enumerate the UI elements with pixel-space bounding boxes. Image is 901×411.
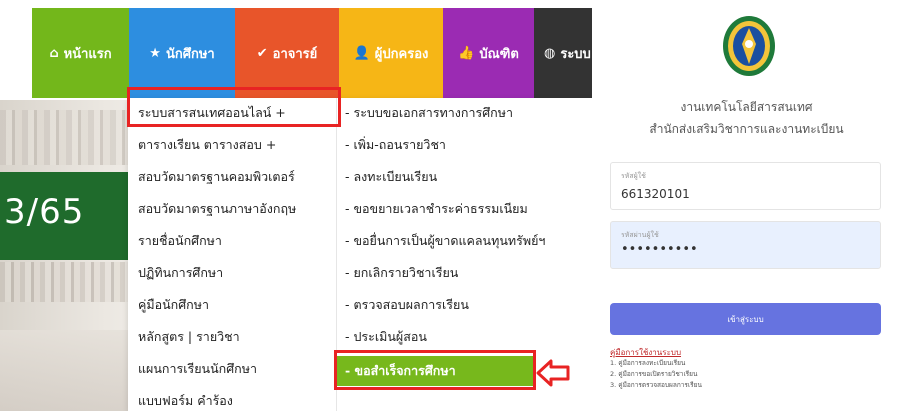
password-field[interactable]: รหัสผ่านผู้ใช้ •••••••••• [610,221,881,269]
user-icon: 👤 [353,45,370,61]
star-icon: ★ [149,45,161,61]
nav-label: หน้าแรก [63,46,112,62]
menu-curriculum[interactable]: หลักสูตร | รายวิชา [128,322,336,352]
menu-academic-calendar[interactable]: ปฏิทินการศึกษา [128,258,336,288]
nav-graduates[interactable]: 👍 บัณฑิต [443,8,534,98]
menu-schedule[interactable]: ตารางเรียน ตารางสอบ + [128,130,336,160]
password-input[interactable]: •••••••••• [621,242,698,257]
organization-subname: สำนักส่งเสริมวิชาการและงานทะเบียน [649,122,844,136]
background-bookshelf [0,330,128,411]
username-label: รหัสผู้ใช้ [621,172,646,180]
submenu-financial-aid[interactable]: - ขอยื่นการเป็นผู้ขาดแคลนทุนทรัพย์ฯ [337,226,592,256]
university-seal-icon [723,16,775,76]
login-panel: งานเทคโนโลยีสารสนเทศ สำนักส่งเสริมวิชากา… [592,0,901,411]
submenu-cancel-course[interactable]: - ยกเลิกรายวิชาเรียน [337,258,592,288]
username-field[interactable]: รหัสผู้ใช้ 661320101 [610,162,881,210]
guide-link[interactable]: 1. คู่มือการลงทะเบียนเรียน [610,358,685,368]
nav-label: ผู้ปกครอง [374,46,429,62]
menu-student-handbook[interactable]: คู่มือนักศึกษา [128,290,336,320]
globe-icon: ◍ [544,45,556,61]
submenu-register[interactable]: - ลงทะเบียนเรียน [337,162,592,192]
thumbs-up-icon: 👍 [458,45,475,61]
menu-study-plan[interactable]: แผนการเรียนนักศึกษา [128,354,336,384]
submenu-teacher-evaluation[interactable]: - ประเมินผู้สอน [337,322,592,352]
background-bookshelf [0,262,128,302]
nav-system[interactable]: ◍ ระบบ [534,8,592,98]
nav-label: ระบบ [560,46,591,62]
username-input[interactable]: 661320101 [621,187,690,201]
annotation-highlight-box [127,87,341,127]
menu-student-list[interactable]: รายชื่อนักศึกษา [128,226,336,256]
nav-students[interactable]: ★ นักศึกษา [129,8,235,98]
submenu-add-drop[interactable]: - เพิ่ม-ถอนรายวิชา [337,130,592,160]
hero-text: 3/65 [4,192,85,232]
menu-forms[interactable]: แบบฟอร์ม คำร้อง [128,386,336,411]
nav-label: นักศึกษา [165,46,215,62]
login-button[interactable]: เข้าสู่ระบบ [610,303,881,335]
submenu-check-grades[interactable]: - ตรวจสอบผลการเรียน [337,290,592,320]
annotation-highlight-box [334,350,536,390]
university-website: 3/65 ⌂ หน้าแรก ★ นักศึกษา ✔ อาจารย์ 👤 ผู… [0,0,592,411]
nav-label: อาจารย์ [272,46,318,62]
menu-computer-standard-test[interactable]: สอบวัดมาตรฐานคอมพิวเตอร์ [128,162,336,192]
organization-name: งานเทคโนโลยีสารสนเทศ [680,100,813,114]
check-icon: ✔ [256,45,268,61]
hero-banner: 3/65 [0,172,128,260]
guide-link[interactable]: 3. คู่มือการตรวจสอบผลการเรียน [610,380,702,390]
nav-label: บัณฑิต [479,46,519,62]
annotation-arrow-icon [536,359,570,387]
nav-parents[interactable]: 👤 ผู้ปกครอง [339,8,443,98]
submenu-document-request[interactable]: - ระบบขอเอกสารทางการศึกษา [337,98,592,128]
main-navbar: ⌂ หน้าแรก ★ นักศึกษา ✔ อาจารย์ 👤 ผู้ปกคร… [0,0,592,98]
nav-home[interactable]: ⌂ หน้าแรก [32,8,129,98]
nav-teachers[interactable]: ✔ อาจารย์ [235,8,339,98]
background-bookshelf [0,110,128,165]
home-icon: ⌂ [49,45,59,61]
menu-english-standard-test[interactable]: สอบวัดมาตรฐานภาษาอังกฤษ [128,194,336,224]
guide-link[interactable]: 2. คู่มือการขอเปิดรายวิชาเรียน [610,369,697,379]
password-label: รหัสผ่านผู้ใช้ [621,231,659,239]
submenu-extend-fee[interactable]: - ขอขยายเวลาชำระค่าธรรมเนียม [337,194,592,224]
